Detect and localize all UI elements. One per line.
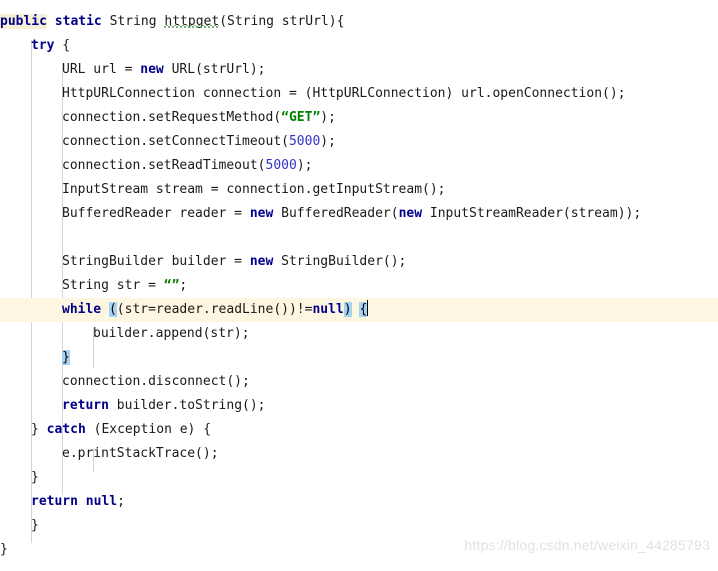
code-token-plain: } <box>31 422 47 437</box>
code-line[interactable]: while ((str=reader.readLine())!=null) { <box>0 298 718 322</box>
code-line[interactable]: String str = “”; <box>0 274 718 298</box>
code-line[interactable]: } <box>0 538 718 562</box>
code-line[interactable]: } catch (Exception e) { <box>0 418 718 442</box>
code-token-plain: StringBuilder builder = <box>62 254 250 269</box>
code-token-plain: StringBuilder(); <box>273 254 407 269</box>
code-token-brmatch: { <box>359 302 368 317</box>
code-line[interactable]: builder.append(str); <box>0 322 718 346</box>
code-line[interactable]: } <box>0 346 718 370</box>
code-token-plain: connection.setReadTimeout( <box>62 158 266 173</box>
code-token-wavy: httpget <box>164 14 220 29</box>
code-token-plain: URL(strUrl); <box>163 62 266 77</box>
code-token-str: “GET” <box>281 110 321 125</box>
code-token-str: “” <box>163 278 180 293</box>
code-token-plain: (str=reader.readLine())!= <box>116 302 313 317</box>
code-line[interactable]: connection.setRequestMethod(“GET”); <box>0 106 718 130</box>
code-token-plain: e.printStackTrace(); <box>62 446 219 461</box>
code-token-plain: InputStreamReader(stream)); <box>422 206 642 221</box>
code-token-plain: } <box>31 518 39 533</box>
code-line[interactable]: HttpURLConnection connection = (HttpURLC… <box>0 82 718 106</box>
code-token-plain: ); <box>320 110 336 125</box>
code-token-plain: URL url = <box>62 62 141 77</box>
code-token-brmatch: ) <box>343 302 352 317</box>
code-token-kw: while <box>62 302 102 317</box>
code-token-kw: new <box>140 62 164 77</box>
code-token-kw: return <box>62 398 109 413</box>
code-line[interactable]: return null; <box>0 490 718 514</box>
code-token-kw: return <box>31 494 78 509</box>
code-token-kw: new <box>398 206 423 221</box>
code-token-kw: null <box>85 494 118 509</box>
code-line[interactable]: } <box>0 466 718 490</box>
text-caret <box>367 300 369 316</box>
code-line-list[interactable]: public static String httpget(String strU… <box>0 10 718 562</box>
code-token-plain: } <box>31 470 39 485</box>
code-line[interactable]: URL url = new URL(strUrl); <box>0 58 718 82</box>
code-token-plain: connection.setConnectTimeout( <box>62 134 289 149</box>
code-token-num: 5000 <box>265 158 297 173</box>
code-token-plain: HttpURLConnection connection = (HttpURLC… <box>62 86 626 101</box>
code-token-plain: BufferedReader( <box>273 206 399 221</box>
code-token-num: 5000 <box>288 134 321 149</box>
code-editor-surface[interactable]: public static String httpget(String strU… <box>0 0 718 571</box>
code-token-kw: new <box>249 206 274 221</box>
code-token-plain: ); <box>320 134 336 149</box>
code-token-plain: ; <box>117 494 125 509</box>
code-token-brmatch: } <box>62 350 70 365</box>
code-token-kw: catch <box>46 422 86 437</box>
code-token-plain: connection.disconnect(); <box>62 374 250 389</box>
code-token-plain: String str = <box>62 278 164 293</box>
code-token-plain: { <box>54 38 71 53</box>
code-token-kw: try <box>31 38 55 53</box>
code-token-plain: String <box>101 14 165 29</box>
code-token-plain: builder.toString(); <box>108 398 266 413</box>
code-line[interactable]: StringBuilder builder = new StringBuilde… <box>0 250 718 274</box>
code-line[interactable]: connection.setReadTimeout(5000); <box>0 154 718 178</box>
code-token-plain: connection.setRequestMethod( <box>62 110 282 125</box>
code-line[interactable]: InputStream stream = connection.getInput… <box>0 178 718 202</box>
code-token-kw: static <box>54 14 102 29</box>
code-line[interactable]: connection.disconnect(); <box>0 370 718 394</box>
code-token-kw-hl: public <box>0 14 47 29</box>
code-line[interactable]: } <box>0 514 718 538</box>
code-line[interactable]: BufferedReader reader = new BufferedRead… <box>0 202 718 226</box>
code-line[interactable]: public static String httpget(String strU… <box>0 10 718 34</box>
code-line[interactable]: connection.setConnectTimeout(5000); <box>0 130 718 154</box>
code-line[interactable] <box>0 226 718 250</box>
code-token-kw: null <box>312 302 344 317</box>
code-token-plain: } <box>0 542 8 557</box>
code-token-plain: builder.append(str); <box>93 326 250 341</box>
code-token-plain: ); <box>296 158 313 173</box>
code-line[interactable]: e.printStackTrace(); <box>0 442 718 466</box>
code-token-plain: (Exception e) { <box>85 422 212 437</box>
code-token-plain: ; <box>179 278 188 293</box>
code-token-plain: InputStream stream = connection.getInput… <box>62 182 446 197</box>
code-token-plain: (String strUrl){ <box>219 14 345 29</box>
code-line[interactable]: return builder.toString(); <box>0 394 718 418</box>
code-token-plain: BufferedReader reader = <box>62 206 250 221</box>
code-line[interactable]: try { <box>0 34 718 58</box>
code-token-kw: new <box>249 254 274 269</box>
code-token-brmatch: ( <box>108 302 117 317</box>
